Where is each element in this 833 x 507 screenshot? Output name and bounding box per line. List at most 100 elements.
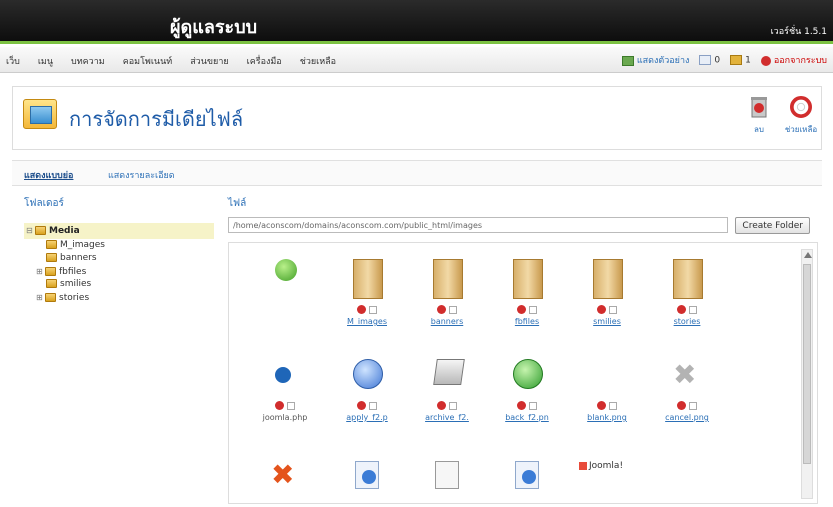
grid-scrollbar[interactable] [801,249,813,499]
users-count[interactable]: 1 [730,54,751,65]
delete-icon[interactable] [517,401,526,410]
main-menu: เว็บ เมนู บทความ คอมโพเนนท์ ส่วนขยาย เคร… [6,54,336,68]
up-folder-item[interactable] [245,253,325,305]
delete-icon[interactable] [677,401,686,410]
folder-name[interactable]: smilies [567,317,647,326]
status-bar: แสดงตัวอย่าง 0 1 ออกจากระบบ [621,53,827,67]
tree-item-smilies[interactable]: smilies [24,278,214,291]
tree-item-stories[interactable]: ⊞ stories [24,291,214,304]
messages-count[interactable]: 0 [699,54,721,66]
file-item[interactable] [487,455,567,507]
file-item[interactable]: blank.png [567,349,647,422]
version-label: เวอร์ชั่น 1.5.1 [770,27,827,37]
file-name[interactable]: cancel.png [647,413,727,422]
file-item[interactable]: apply_f2.p [327,349,407,422]
menu-item-menus[interactable]: เมนู [38,54,53,68]
help-button[interactable]: ช่วยเหลือ [783,95,819,136]
menu-item-site[interactable]: เว็บ [6,54,20,68]
select-checkbox[interactable] [529,306,537,314]
expand-icon[interactable]: ⊞ [36,265,45,278]
tree-item-media[interactable]: ⊟ Media [24,223,214,239]
files-panel: ไฟล์ Create Folder M_images banners fbfi… [228,196,824,504]
select-checkbox[interactable] [689,306,697,314]
file-item[interactable]: ✖ cancel.png [647,349,727,423]
logout-link[interactable]: ออกจากระบบ [760,53,827,67]
folder-name[interactable]: fbfiles [487,317,567,326]
folder-item[interactable]: banners [407,253,487,326]
delete-icon[interactable] [437,401,446,410]
delete-icon[interactable] [677,305,686,314]
folder-icon [353,259,383,299]
folder-path-input[interactable] [228,217,728,233]
folder-item[interactable]: stories [647,253,727,326]
menu-item-extensions[interactable]: ส่วนขยาย [190,54,228,68]
select-checkbox[interactable] [609,306,617,314]
delete-icon[interactable] [597,305,606,314]
checkmark-icon [353,359,383,389]
delete-icon[interactable] [597,401,606,410]
folder-item[interactable]: smilies [567,253,647,326]
messages-count-value: 0 [714,55,721,66]
delete-icon[interactable] [357,401,366,410]
select-checkbox[interactable] [449,306,457,314]
tree-item-label: banners [60,253,97,263]
folder-item[interactable]: M_images [327,253,407,326]
menu-item-content[interactable]: บทความ [71,54,105,68]
cancel-icon: ✖ [673,358,697,391]
preview-link[interactable]: แสดงตัวอย่าง [621,53,689,67]
menu-item-tools[interactable]: เครื่องมือ [247,54,282,68]
folder-icon [433,259,463,299]
file-name[interactable]: archive_f2. [407,413,487,422]
file-item[interactable]: Joomla! [567,455,647,507]
file-item[interactable] [327,455,407,507]
archive-icon [433,359,465,385]
media-manager-icon [23,99,57,129]
folder-name[interactable]: banners [407,317,487,326]
select-checkbox[interactable] [369,402,377,410]
folder-sidebar: โฟลเดอร์ ⊟ Media M_images banners ⊞ fbfile… [24,196,214,496]
select-checkbox[interactable] [287,402,295,410]
delete-icon[interactable] [275,401,284,410]
folder-item[interactable]: fbfiles [487,253,567,326]
folders-heading: โฟลเดอร์ [24,198,64,209]
globe-document-icon [515,461,539,489]
file-name[interactable]: blank.png [567,413,647,422]
folder-name[interactable]: stories [647,317,727,326]
file-item[interactable]: ✖ [245,455,325,507]
file-item[interactable]: back_f2.pn [487,349,567,422]
file-item[interactable] [407,455,487,507]
menu-item-components[interactable]: คอมโพเนนท์ [123,54,172,68]
tab-detail-view[interactable]: แสดงรายละเอียด [108,168,175,182]
tree-root-label: Media [49,226,80,236]
delete-icon[interactable] [437,305,446,314]
scroll-thumb[interactable] [803,264,811,464]
delete-button[interactable]: ลบ [741,95,777,136]
tree-item-banners[interactable]: banners [24,252,214,265]
folder-icon [35,226,46,235]
path-row: Create Folder [228,217,824,237]
scroll-up-icon[interactable] [804,252,812,258]
file-item[interactable]: archive_f2. [407,349,487,422]
folder-name[interactable]: M_images [327,317,407,326]
delete-label: ลบ [754,125,764,134]
app-title: ผู้ดูแลระบบ [170,17,258,38]
help-label: ช่วยเหลือ [784,125,818,134]
select-checkbox[interactable] [689,402,697,410]
select-checkbox[interactable] [449,402,457,410]
delete-icon[interactable] [357,305,366,314]
select-checkbox[interactable] [529,402,537,410]
select-checkbox[interactable] [369,306,377,314]
file-name[interactable]: back_f2.pn [487,413,567,422]
menu-item-help[interactable]: ช่วยเหลือ [300,54,336,68]
create-folder-button[interactable]: Create Folder [735,217,810,234]
file-name[interactable]: joomla.php [245,413,325,422]
tree-item-m-images[interactable]: M_images [24,239,214,252]
expand-icon[interactable]: ⊞ [36,291,45,304]
collapse-icon[interactable]: ⊟ [26,223,35,239]
file-name[interactable]: apply_f2.p [327,413,407,422]
select-checkbox[interactable] [609,402,617,410]
delete-icon[interactable] [517,305,526,314]
tree-item-fbfiles[interactable]: ⊞ fbfiles [24,265,214,278]
file-item[interactable]: joomla.php [245,349,325,422]
tab-thumbnail-view[interactable]: แสดงแบบย่อ [24,168,73,182]
